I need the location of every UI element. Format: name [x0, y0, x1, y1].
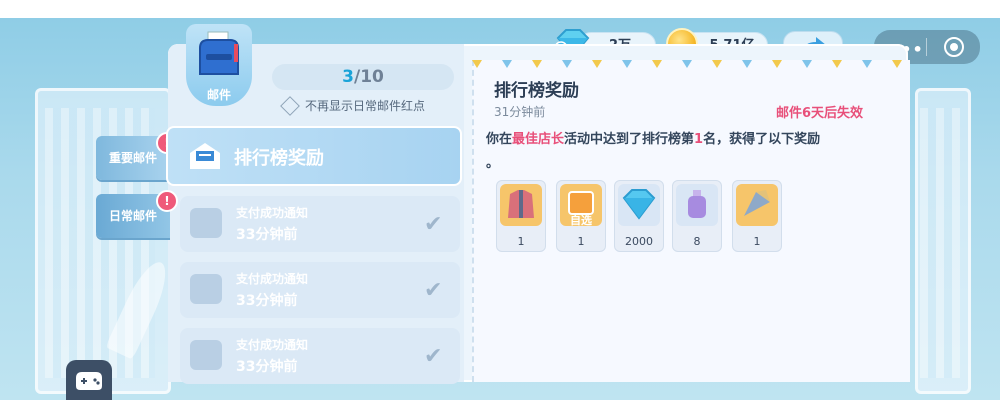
jacket-icon [500, 184, 542, 226]
mailbox-badge: 邮件 [186, 24, 252, 106]
gamepad-icon [76, 372, 102, 390]
optional-box-label: 自选 [570, 214, 592, 227]
tab-daily-mail-label: 日常邮件 [108, 209, 157, 223]
reward-count: 2000 [625, 235, 653, 248]
mail-item-title: 支付成功通知 [236, 206, 309, 220]
mailbox-label: 邮件 [206, 88, 231, 102]
reward-count: 1 [577, 235, 585, 248]
body-end: 。 [486, 156, 500, 171]
diamond-icon [618, 184, 660, 226]
read-check-icon: ✔ [424, 344, 443, 369]
open-envelope-icon [190, 143, 220, 169]
detail-title: 排行榜奖励 [494, 81, 579, 101]
body-prefix: 你在 [486, 132, 513, 147]
fan-decoration-icon [736, 184, 778, 226]
daily-mail-alert-badge: ! [156, 190, 178, 212]
capsule-divider [926, 38, 927, 56]
mail-item-time: 33分钟前 [236, 227, 298, 243]
mail-item-title: 支付成功通知 [236, 272, 309, 286]
mail-item-selected[interactable]: 排行榜奖励 [166, 126, 462, 186]
body-rank: 1 [694, 132, 704, 147]
tab-important-mail-label: 重要邮件 [108, 151, 157, 165]
reward-item[interactable]: 1 [496, 180, 546, 252]
reward-item[interactable]: 自选 1 [556, 180, 606, 252]
envelope-icon [190, 274, 222, 304]
envelope-icon [190, 208, 222, 238]
background-curtain-right [920, 108, 960, 378]
hide-dot-option-label: 不再显示日常邮件红点 [305, 99, 426, 113]
potion-bottle-icon [676, 184, 718, 226]
body-mid: 活动中达到了排行榜第 [564, 132, 695, 147]
mail-item-title: 支付成功通知 [236, 338, 309, 352]
body-suffix: 名，获得了以下奖励 [703, 132, 821, 147]
close-mini-program-icon[interactable] [944, 37, 964, 57]
list-item[interactable]: 支付成功通知 33分钟前 ✔ [180, 196, 460, 252]
bunting-decoration [472, 60, 902, 68]
mailbox-icon [199, 31, 239, 75]
read-check-icon: ✔ [424, 212, 443, 237]
read-check-icon: ✔ [424, 278, 443, 303]
reward-item[interactable]: 2000 [614, 180, 664, 252]
reward-count: 1 [753, 235, 761, 248]
reward-count: 8 [693, 235, 701, 248]
mail-counter-current: 3 [342, 67, 354, 87]
body-activity-name: 最佳店长 [512, 132, 565, 147]
mail-item-time: 33分钟前 [236, 293, 298, 309]
list-item[interactable]: 支付成功通知 33分钟前 ✔ [180, 262, 460, 318]
reward-count: 1 [517, 235, 525, 248]
detail-body: 你在最佳店长活动中达到了排行榜第1名，获得了以下奖励。 [486, 128, 886, 176]
reward-item[interactable]: 1 [732, 180, 782, 252]
reward-item[interactable]: 8 [672, 180, 722, 252]
envelope-icon [190, 340, 222, 370]
detail-expire-notice: 邮件6天后失效 [776, 106, 864, 121]
optional-box-icon: 自选 [560, 184, 602, 227]
list-item[interactable]: 支付成功通知 33分钟前 ✔ [180, 328, 460, 384]
gamepad-button[interactable] [66, 360, 112, 400]
detail-time: 31分钟前 [494, 105, 546, 119]
mail-item-time: 33分钟前 [236, 359, 298, 375]
mail-item-title: 排行榜奖励 [234, 148, 324, 169]
mail-counter-total: /10 [353, 67, 384, 87]
mail-counter: 3/10 [272, 64, 454, 90]
